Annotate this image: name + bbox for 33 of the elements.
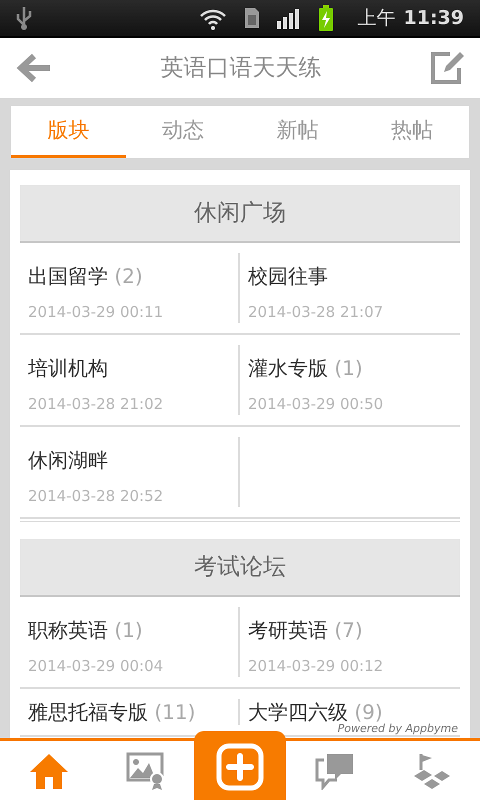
section-heading: 休闲广场 bbox=[20, 185, 460, 243]
board-title[interactable]: 考研英语 (7) bbox=[248, 615, 363, 645]
back-button[interactable] bbox=[16, 52, 52, 84]
usb-icon bbox=[16, 5, 32, 31]
board-title[interactable]: 出国留学 (2) bbox=[28, 261, 143, 291]
board-date: 2014-03-29 00:04 bbox=[28, 656, 164, 677]
meridiem-label: 上午 bbox=[358, 6, 396, 31]
board-date: 2014-03-28 21:07 bbox=[248, 302, 384, 323]
picture-icon bbox=[126, 752, 166, 790]
page-title: 英语口语天天练 bbox=[160, 54, 322, 83]
board-title[interactable]: 校园往事 bbox=[248, 261, 328, 291]
board-date: 2014-03-29 00:50 bbox=[248, 394, 384, 415]
section-heading: 考试论坛 bbox=[20, 539, 460, 597]
board-date: 2014-03-28 20:52 bbox=[28, 486, 164, 507]
board-title[interactable]: 职称英语 (1) bbox=[28, 615, 143, 645]
signal-icon bbox=[276, 7, 302, 29]
sim-card-icon bbox=[244, 7, 260, 29]
board-title[interactable]: 灌水专版 (1) bbox=[248, 353, 363, 383]
home-icon bbox=[28, 752, 68, 790]
board-date: 2014-03-29 00:11 bbox=[28, 302, 164, 323]
board-title[interactable]: 雅思托福专版 (11) bbox=[28, 697, 196, 727]
compose-tab[interactable] bbox=[194, 731, 286, 800]
battery-charging-icon bbox=[318, 5, 334, 31]
credit-text: Powered by Appbyme bbox=[338, 722, 458, 736]
chat-icon bbox=[314, 752, 354, 790]
add-icon bbox=[216, 742, 264, 790]
edit-button[interactable] bbox=[430, 51, 464, 85]
board-title[interactable]: 培训机构 bbox=[28, 353, 108, 383]
board-date: 2014-03-29 00:12 bbox=[248, 656, 384, 677]
board-title[interactable]: 休闲湖畔 bbox=[28, 445, 108, 475]
flag-icon bbox=[412, 752, 452, 790]
board-date: 2014-03-28 21:02 bbox=[28, 394, 164, 415]
clock-time: 11:39 bbox=[404, 6, 464, 31]
